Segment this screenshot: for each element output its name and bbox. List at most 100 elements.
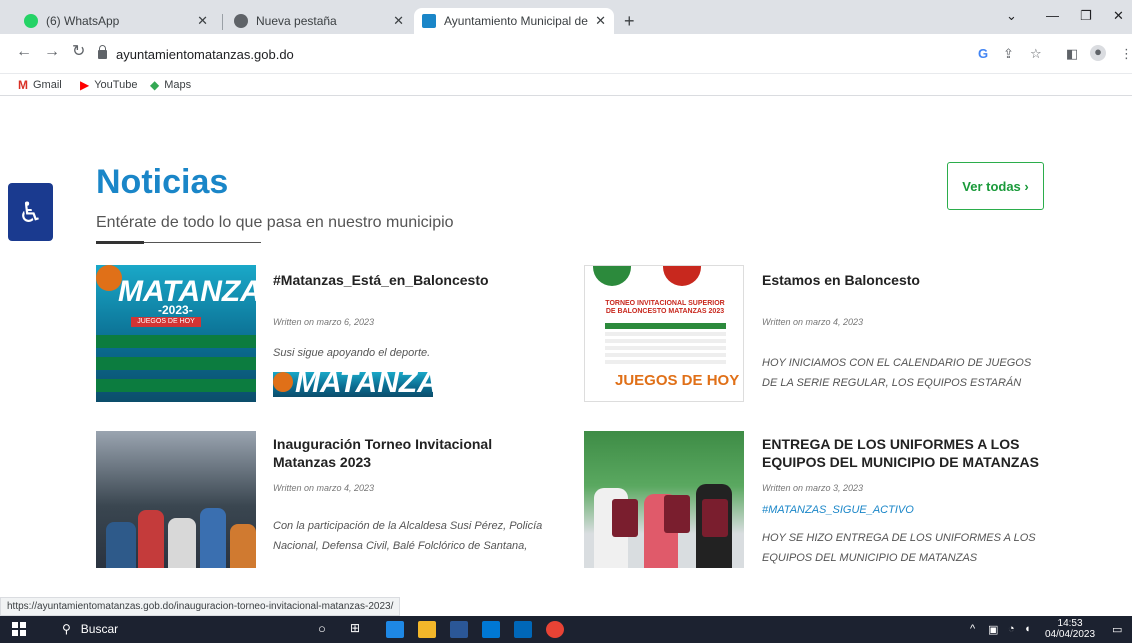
site-favicon-icon xyxy=(422,14,436,28)
thumb-banner: JUEGOS DE HOY xyxy=(131,317,201,327)
tab-search-icon[interactable]: ⌄ xyxy=(1006,8,1017,24)
close-icon[interactable]: ✕ xyxy=(393,13,404,29)
thumb-band xyxy=(96,357,256,370)
tab-separator xyxy=(222,14,223,30)
wifi-icon[interactable]: ◔ xyxy=(1008,623,1015,635)
tab-title: (6) WhatsApp xyxy=(46,14,120,28)
tray-chevron-icon[interactable]: ^ xyxy=(970,623,975,635)
bookmark-youtube[interactable]: ▶ YouTube xyxy=(80,78,137,92)
bookmark-star-icon[interactable]: ☆ xyxy=(1030,47,1042,61)
accessibility-button[interactable]: ♿ xyxy=(8,183,53,241)
store-icon[interactable] xyxy=(482,621,500,638)
article-date: Written on marzo 3, 2023 xyxy=(762,483,864,493)
wheelchair-icon: ♿ xyxy=(17,196,44,228)
task-view-icon[interactable]: ⊞ xyxy=(350,621,368,638)
notifications-icon[interactable]: ▭ xyxy=(1112,623,1122,636)
bookmarks-bar: M Gmail ▶ YouTube ◆ Maps xyxy=(0,74,1132,96)
taskbar-search[interactable]: ⚲ Buscar xyxy=(62,622,118,636)
photo-figure xyxy=(168,518,196,568)
tray-app-icon[interactable]: ▣ xyxy=(988,623,998,636)
mtz-logo-icon xyxy=(663,266,701,286)
profile-avatar-icon[interactable]: ● xyxy=(1090,45,1106,61)
article-thumbnail[interactable]: MATANZAS -2023- JUEGOS DE HOY xyxy=(96,265,256,402)
article-title[interactable]: ENTREGA DE LOS UNIFORMES A LOS EQUIPOS D… xyxy=(762,435,1052,471)
whatsapp-icon xyxy=(24,14,38,28)
tab-bar: (6) WhatsApp ✕ Nueva pestaña ✕ Ayuntamie… xyxy=(0,0,1132,34)
address-bar: ← → ↻ ayuntamientomatanzas.gob.do G ⇪ ☆ … xyxy=(0,34,1132,74)
youtube-icon: ▶ xyxy=(80,78,90,92)
title-divider-accent xyxy=(96,241,144,244)
close-icon[interactable]: ✕ xyxy=(197,13,208,29)
municipal-logo-icon xyxy=(593,266,631,286)
lock-icon xyxy=(98,44,107,59)
mail-icon[interactable] xyxy=(514,621,532,638)
photo-figure xyxy=(230,524,256,568)
minimize-icon[interactable]: — xyxy=(1046,8,1059,23)
share-icon[interactable]: ⇪ xyxy=(1003,47,1014,61)
photo-jersey xyxy=(702,499,728,537)
article-date: Written on marzo 4, 2023 xyxy=(273,483,375,493)
chrome-taskbar-icon[interactable] xyxy=(546,621,564,638)
thumb-table-row xyxy=(605,332,726,336)
article-title[interactable]: #Matanzas_Está_en_Baloncesto xyxy=(273,271,553,289)
photo-jersey xyxy=(612,499,638,537)
taskbar: ⚲ Buscar ○ ⊞ ^ ▣ ◔ ◖ 14:53 04/04/2023 ▭ xyxy=(0,616,1132,643)
bookmark-maps[interactable]: ◆ Maps xyxy=(150,78,191,92)
tab-ayuntamiento[interactable]: Ayuntamiento Municipal de Mata ✕ xyxy=(414,8,614,34)
restore-icon[interactable]: ❐ xyxy=(1080,8,1092,24)
page-subtitle: Entérate de todo lo que pasa en nuestro … xyxy=(96,214,454,231)
article-thumbnail[interactable] xyxy=(96,431,256,568)
article-title[interactable]: Estamos en Baloncesto xyxy=(762,271,1042,289)
forward-icon[interactable]: → xyxy=(44,44,60,60)
tab-new-tab[interactable]: Nueva pestaña ✕ xyxy=(226,8,412,34)
thumb-banner: JUEGOS DE HOY xyxy=(615,372,740,389)
menu-kebab-icon[interactable]: ⋮ xyxy=(1120,47,1132,61)
thumb-year: -2023- xyxy=(158,303,193,317)
view-all-button[interactable]: Ver todas › xyxy=(947,162,1044,210)
new-tab-button[interactable]: + xyxy=(624,12,635,30)
article-inline-image: MATANZAS xyxy=(273,372,433,397)
chrome-icon xyxy=(234,14,248,28)
thumb-band xyxy=(96,335,256,348)
tab-whatsapp[interactable]: (6) WhatsApp ✕ xyxy=(16,8,216,34)
clock-time: 14:53 xyxy=(1057,618,1083,629)
photo-figure xyxy=(106,522,136,568)
article-excerpt: Susi sigue apoyando el deporte. xyxy=(273,347,431,359)
windows-start-icon[interactable] xyxy=(12,622,26,636)
window-close-icon[interactable]: ✕ xyxy=(1113,8,1124,24)
edge-icon[interactable] xyxy=(386,621,404,638)
taskbar-clock[interactable]: 14:53 04/04/2023 xyxy=(1045,618,1095,640)
url-field[interactable]: ayuntamientomatanzas.gob.do xyxy=(98,41,958,67)
back-icon[interactable]: ← xyxy=(16,44,32,60)
bookmark-label: Maps xyxy=(164,79,192,91)
cortana-icon[interactable]: ○ xyxy=(318,621,336,638)
article-thumbnail[interactable] xyxy=(584,431,744,568)
search-label: Buscar xyxy=(80,622,119,636)
google-icon[interactable]: G xyxy=(978,47,988,61)
article-tag-link[interactable]: #MATANZAS_SIGUE_ACTIVO xyxy=(762,504,914,516)
thumb-table-row xyxy=(605,346,726,350)
maps-icon: ◆ xyxy=(150,78,160,92)
article-title[interactable]: Inauguración Torneo Invitacional Matanza… xyxy=(273,435,533,471)
thumb-table-row xyxy=(605,360,726,364)
close-icon[interactable]: ✕ xyxy=(595,13,606,29)
thumb-band xyxy=(96,379,256,392)
word-icon[interactable] xyxy=(450,621,468,638)
side-panel-icon[interactable]: ◧ xyxy=(1066,47,1078,61)
basketball-icon xyxy=(273,372,293,392)
photo-figure xyxy=(200,508,226,568)
gmail-icon: M xyxy=(18,78,28,92)
thumb-text: MATANZAS xyxy=(295,372,433,397)
status-url: https://ayuntamientomatanzas.gob.do/inau… xyxy=(0,597,401,616)
reload-icon[interactable]: ↻ xyxy=(72,44,85,60)
bookmark-gmail[interactable]: M Gmail xyxy=(18,78,62,92)
article-excerpt: Con la participación de la Alcaldesa Sus… xyxy=(273,520,543,552)
article-thumbnail[interactable]: TORNEO INVITACIONAL SUPERIOR DE BALONCES… xyxy=(584,265,744,402)
thumb-table-header xyxy=(605,323,726,329)
article-date: Written on marzo 6, 2023 xyxy=(273,317,375,327)
volume-icon[interactable]: ◖ xyxy=(1024,623,1031,635)
article-excerpt: HOY SE HIZO ENTREGA DE LOS UNIFORMES A L… xyxy=(762,532,1036,564)
tab-title: Ayuntamiento Municipal de Mata xyxy=(444,14,589,28)
file-explorer-icon[interactable] xyxy=(418,621,436,638)
page-title: Noticias xyxy=(96,163,229,201)
